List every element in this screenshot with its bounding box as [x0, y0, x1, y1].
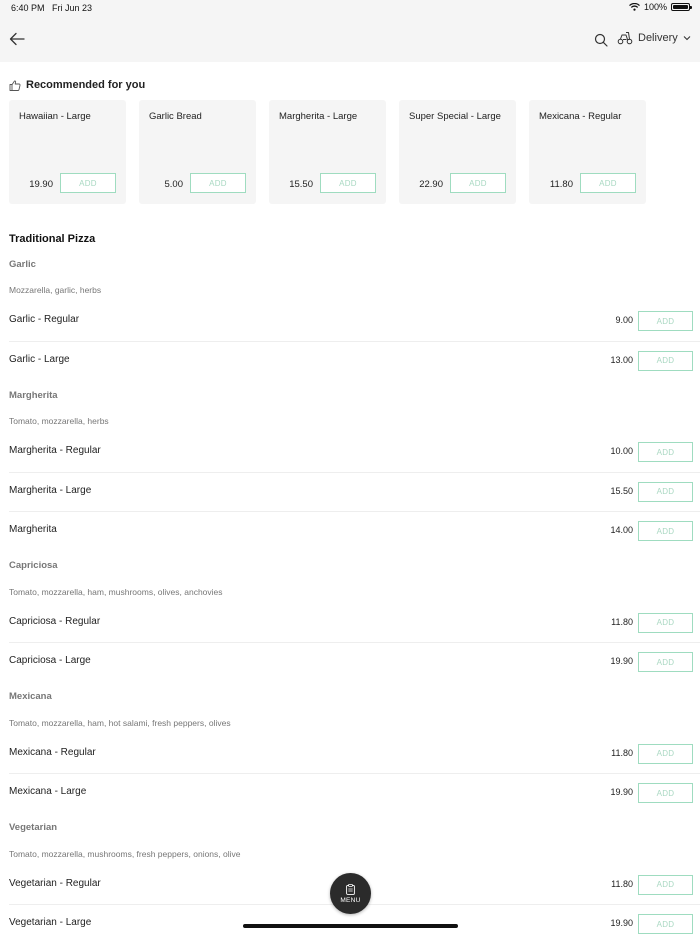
search-icon[interactable] — [594, 33, 608, 47]
group-description: Tomato, mozzarella, mushrooms, fresh pep… — [9, 848, 241, 859]
menu-item-name: Margherita - Large — [9, 484, 92, 496]
menu-item-price: 19.90 — [610, 787, 633, 797]
group-name: Margherita — [9, 389, 58, 401]
menu-item-name: Margherita — [9, 524, 57, 535]
recommended-list: Hawaiian - Large 19.90 ADD Garlic Bread … — [9, 100, 646, 204]
thumbs-up-icon — [9, 80, 21, 91]
add-button[interactable]: ADD — [638, 652, 693, 672]
recommended-title: Recommended for you — [26, 79, 146, 91]
menu-item-price: 10.00 — [610, 446, 633, 456]
add-button[interactable]: ADD — [580, 173, 636, 193]
menu-item-row[interactable]: Margherita 14.00 ADD — [9, 512, 700, 552]
menu-item-row[interactable]: Garlic - Regular 9.00 ADD — [9, 302, 700, 342]
menu-item-price: 19.90 — [610, 656, 633, 666]
menu-item-name: Vegetarian - Large — [9, 917, 92, 928]
group-description: Tomato, mozzarella, herbs — [9, 416, 109, 426]
recommended-item-name: Hawaiian - Large — [19, 111, 91, 122]
menu-button-label: MENU — [340, 896, 361, 904]
menu-item-price: 15.50 — [610, 485, 633, 496]
recommended-item-price: 15.50 — [289, 179, 313, 190]
menu-item-price: 11.80 — [611, 878, 633, 889]
add-button[interactable]: ADD — [638, 783, 693, 803]
group-name: Garlic — [9, 258, 36, 270]
recommended-card[interactable]: Super Special - Large 22.90 ADD — [399, 100, 516, 204]
recommended-item-name: Garlic Bread — [149, 111, 202, 122]
menu-item-price: 11.80 — [611, 616, 633, 627]
add-button[interactable]: ADD — [60, 173, 116, 193]
battery-icon — [671, 3, 692, 11]
menu-list: Garlic Mozzarella, garlic, herbs Garlic … — [0, 250, 700, 934]
chevron-down-icon — [683, 36, 691, 41]
menu-item-name: Garlic - Regular — [9, 314, 80, 325]
menu-item-row[interactable]: Mexicana - Regular 11.80 ADD — [9, 735, 700, 774]
menu-item-row[interactable]: Garlic - Large 13.00 ADD — [9, 342, 700, 382]
wifi-icon — [629, 3, 640, 11]
recommended-card[interactable]: Hawaiian - Large 19.90 ADD — [9, 100, 126, 204]
add-button[interactable]: ADD — [320, 173, 376, 193]
menu-item-name: Mexicana - Large — [9, 786, 87, 797]
back-arrow-icon[interactable] — [8, 30, 26, 48]
add-button[interactable]: ADD — [638, 743, 693, 764]
group-name: Mexicana — [9, 691, 52, 702]
scooter-icon — [617, 32, 633, 45]
recommended-item-price: 19.90 — [29, 179, 53, 190]
recommended-item-name: Mexicana - Regular — [539, 111, 622, 122]
recommended-item-price: 5.00 — [164, 179, 184, 190]
add-button[interactable]: ADD — [638, 311, 693, 331]
menu-item-row[interactable]: Capriciosa - Regular 11.80 ADD — [9, 604, 700, 643]
menu-item-row[interactable]: Capriciosa - Large 19.90 ADD — [9, 643, 700, 683]
menu-item-price: 9.00 — [615, 315, 633, 325]
recommended-heading: Recommended for you — [9, 79, 145, 91]
menu-item-price: 11.80 — [611, 747, 633, 758]
section-title: Traditional Pizza — [9, 233, 96, 245]
group-description: Tomato, mozzarella, ham, hot salami, fre… — [9, 717, 231, 728]
add-button[interactable]: ADD — [638, 914, 693, 934]
recommended-item-name: Margherita - Large — [279, 111, 358, 122]
menu-button[interactable]: MENU — [330, 873, 371, 914]
status-right: 100% — [629, 2, 692, 12]
menu-item-price: 19.90 — [610, 918, 633, 928]
group-name: Capriciosa — [9, 560, 58, 571]
recommended-card[interactable]: Garlic Bread 5.00 ADD — [139, 100, 256, 204]
home-indicator — [243, 924, 458, 928]
recommended-card[interactable]: Mexicana - Regular 11.80 ADD — [529, 100, 646, 204]
menu-item-name: Margherita - Regular — [9, 445, 101, 456]
add-button[interactable]: ADD — [450, 173, 506, 193]
menu-item-price: 13.00 — [610, 354, 633, 365]
menu-item-price: 14.00 — [610, 525, 633, 535]
add-button[interactable]: ADD — [638, 350, 693, 371]
battery-percent: 100% — [643, 2, 667, 12]
add-button[interactable]: ADD — [638, 612, 693, 633]
menu-item-name: Garlic - Large — [9, 353, 70, 365]
recommended-card[interactable]: Margherita - Large 15.50 ADD — [269, 100, 386, 204]
status-date: Fri Jun 23 — [52, 3, 93, 13]
delivery-selector[interactable]: Delivery — [617, 31, 691, 45]
add-button[interactable]: ADD — [638, 442, 693, 462]
add-button[interactable]: ADD — [638, 874, 693, 895]
menu-item-name: Mexicana - Regular — [9, 746, 96, 758]
menu-item-name: Vegetarian - Regular — [9, 877, 101, 889]
menu-clipboard-icon — [346, 883, 355, 895]
group-description: Tomato, mozzarella, ham, mushrooms, oliv… — [9, 586, 223, 597]
recommended-item-name: Super Special - Large — [409, 111, 501, 122]
menu-item-name: Capriciosa - Large — [9, 655, 91, 666]
recommended-item-price: 11.80 — [549, 179, 573, 190]
recommended-item-price: 22.90 — [419, 179, 443, 190]
add-button[interactable]: ADD — [638, 481, 693, 502]
status-time: 6:40 PM — [11, 3, 45, 13]
delivery-label: Delivery — [638, 32, 678, 44]
add-button[interactable]: ADD — [638, 521, 693, 541]
group-name: Vegetarian — [9, 822, 58, 833]
menu-item-row[interactable]: Margherita - Regular 10.00 ADD — [9, 433, 700, 473]
menu-item-name: Capriciosa - Regular — [9, 615, 101, 627]
add-button[interactable]: ADD — [190, 173, 246, 193]
status-bar: 6:40 PM Fri Jun 23 100% — [0, 0, 700, 17]
menu-item-row[interactable]: Mexicana - Large 19.90 ADD — [9, 774, 700, 814]
group-description: Mozzarella, garlic, herbs — [9, 285, 102, 295]
menu-item-row[interactable]: Margherita - Large 15.50 ADD — [9, 473, 700, 512]
header: Delivery — [0, 17, 700, 62]
